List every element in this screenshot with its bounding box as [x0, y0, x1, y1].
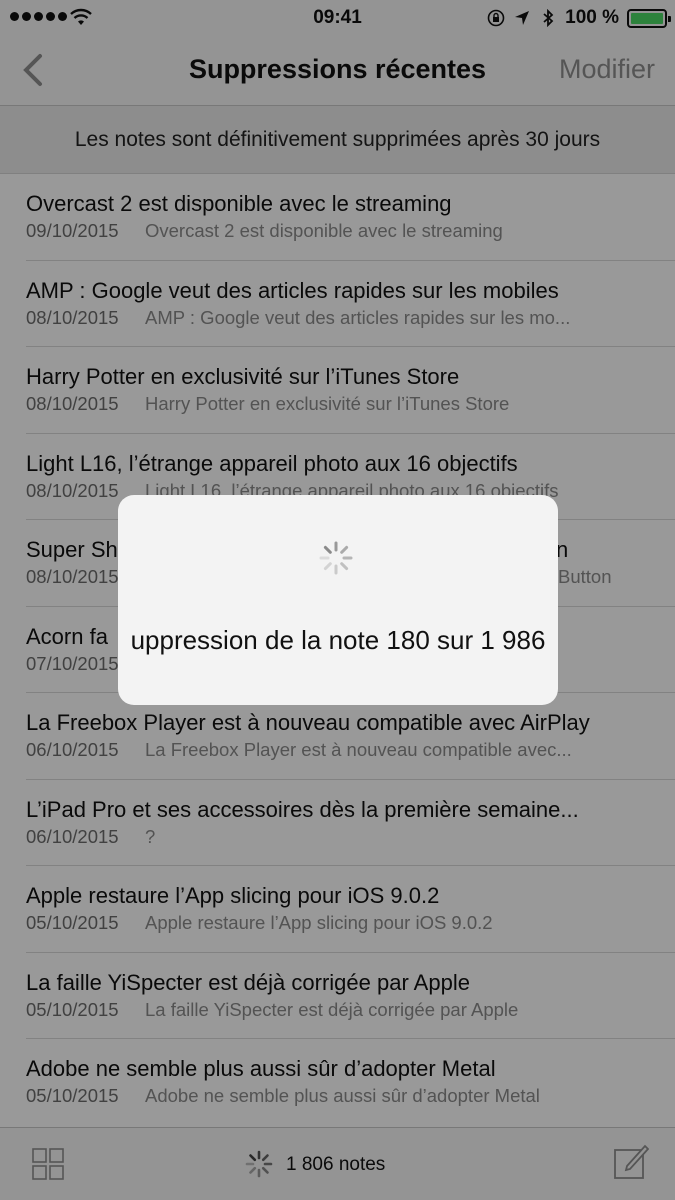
progress-dialog: uppression de la note 180 sur 1 986	[118, 495, 558, 705]
activity-spinner-icon	[319, 541, 353, 575]
progress-message: uppression de la note 180 sur 1 986	[130, 625, 546, 655]
